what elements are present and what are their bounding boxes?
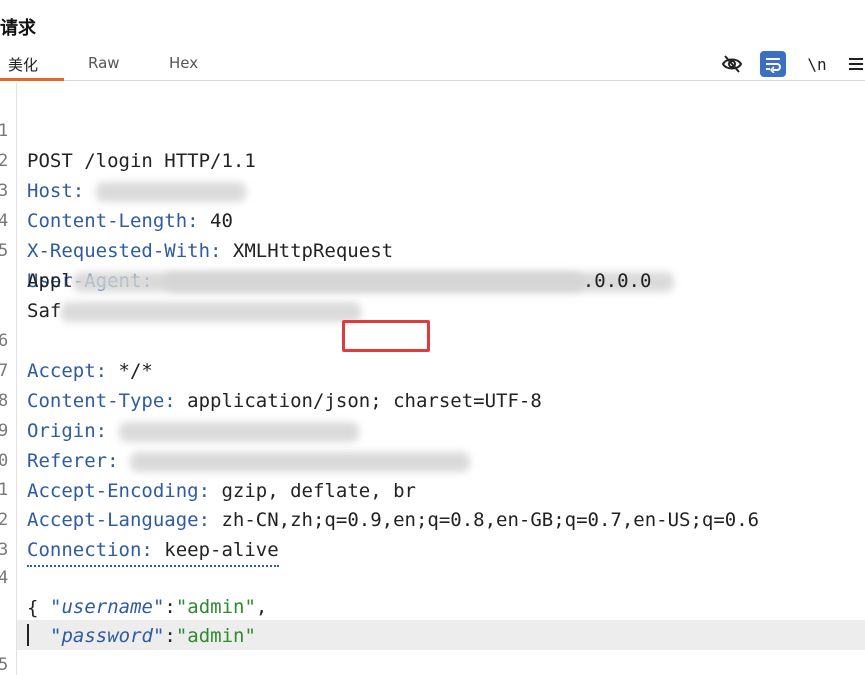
code-line: 1 Accept-Language: zh-CN,zh;q=0.9,en;q=0… bbox=[0, 445, 865, 531]
tab-raw[interactable]: Raw bbox=[88, 54, 120, 72]
code-line: 6 Accept: */* bbox=[0, 296, 865, 382]
code-line: Appl .0.0.0 bbox=[0, 236, 865, 292]
active-tab-indicator bbox=[0, 78, 64, 81]
tab-hex[interactable]: Hex bbox=[169, 54, 198, 72]
text-caret bbox=[27, 624, 29, 646]
code-line: Saf bbox=[0, 266, 865, 322]
code-line: "password":"admin" bbox=[0, 591, 865, 647]
code-line: 0 Accept-Encoding: gzip, deflate, br bbox=[0, 416, 865, 502]
code-line: 3 Content-Length: 40 bbox=[0, 146, 865, 232]
code-line: 3 bbox=[0, 505, 865, 560]
code-line: 9 Referer: bbox=[0, 386, 865, 472]
text-wrap-icon[interactable] bbox=[760, 51, 786, 77]
request-editor[interactable]: 1 POST /login HTTP/1.1 2 Host: 3 Content… bbox=[0, 83, 865, 675]
line-number: 5 bbox=[0, 655, 9, 675]
tab-pretty[interactable]: 美化 bbox=[8, 54, 38, 75]
code-line: 2 Connection: keep-alive bbox=[0, 475, 865, 567]
menu-icon[interactable] bbox=[846, 51, 865, 77]
code-line: 8 Origin: bbox=[0, 356, 865, 442]
code-line: 2 Host: bbox=[0, 116, 865, 202]
code-line: 1 POST /login HTTP/1.1 bbox=[0, 86, 865, 172]
code-line: 7 Content-Type: application/json; charse… bbox=[0, 326, 865, 412]
code-line: "username":"admin", bbox=[0, 562, 865, 618]
tab-bar: 美化 Raw Hex \n bbox=[0, 48, 865, 81]
code-line: 5 bbox=[0, 620, 865, 675]
annotation-highlight-box bbox=[342, 320, 430, 352]
panel-title: 请求 bbox=[0, 18, 36, 39]
code-line: 5 User-Agent: bbox=[0, 206, 865, 292]
code-line: 4 X-Requested-With: XMLHttpRequest bbox=[0, 176, 865, 262]
newline-toggle[interactable]: \n bbox=[805, 51, 829, 77]
code-line: 4 { bbox=[0, 533, 865, 619]
eye-slash-icon[interactable] bbox=[720, 51, 744, 77]
